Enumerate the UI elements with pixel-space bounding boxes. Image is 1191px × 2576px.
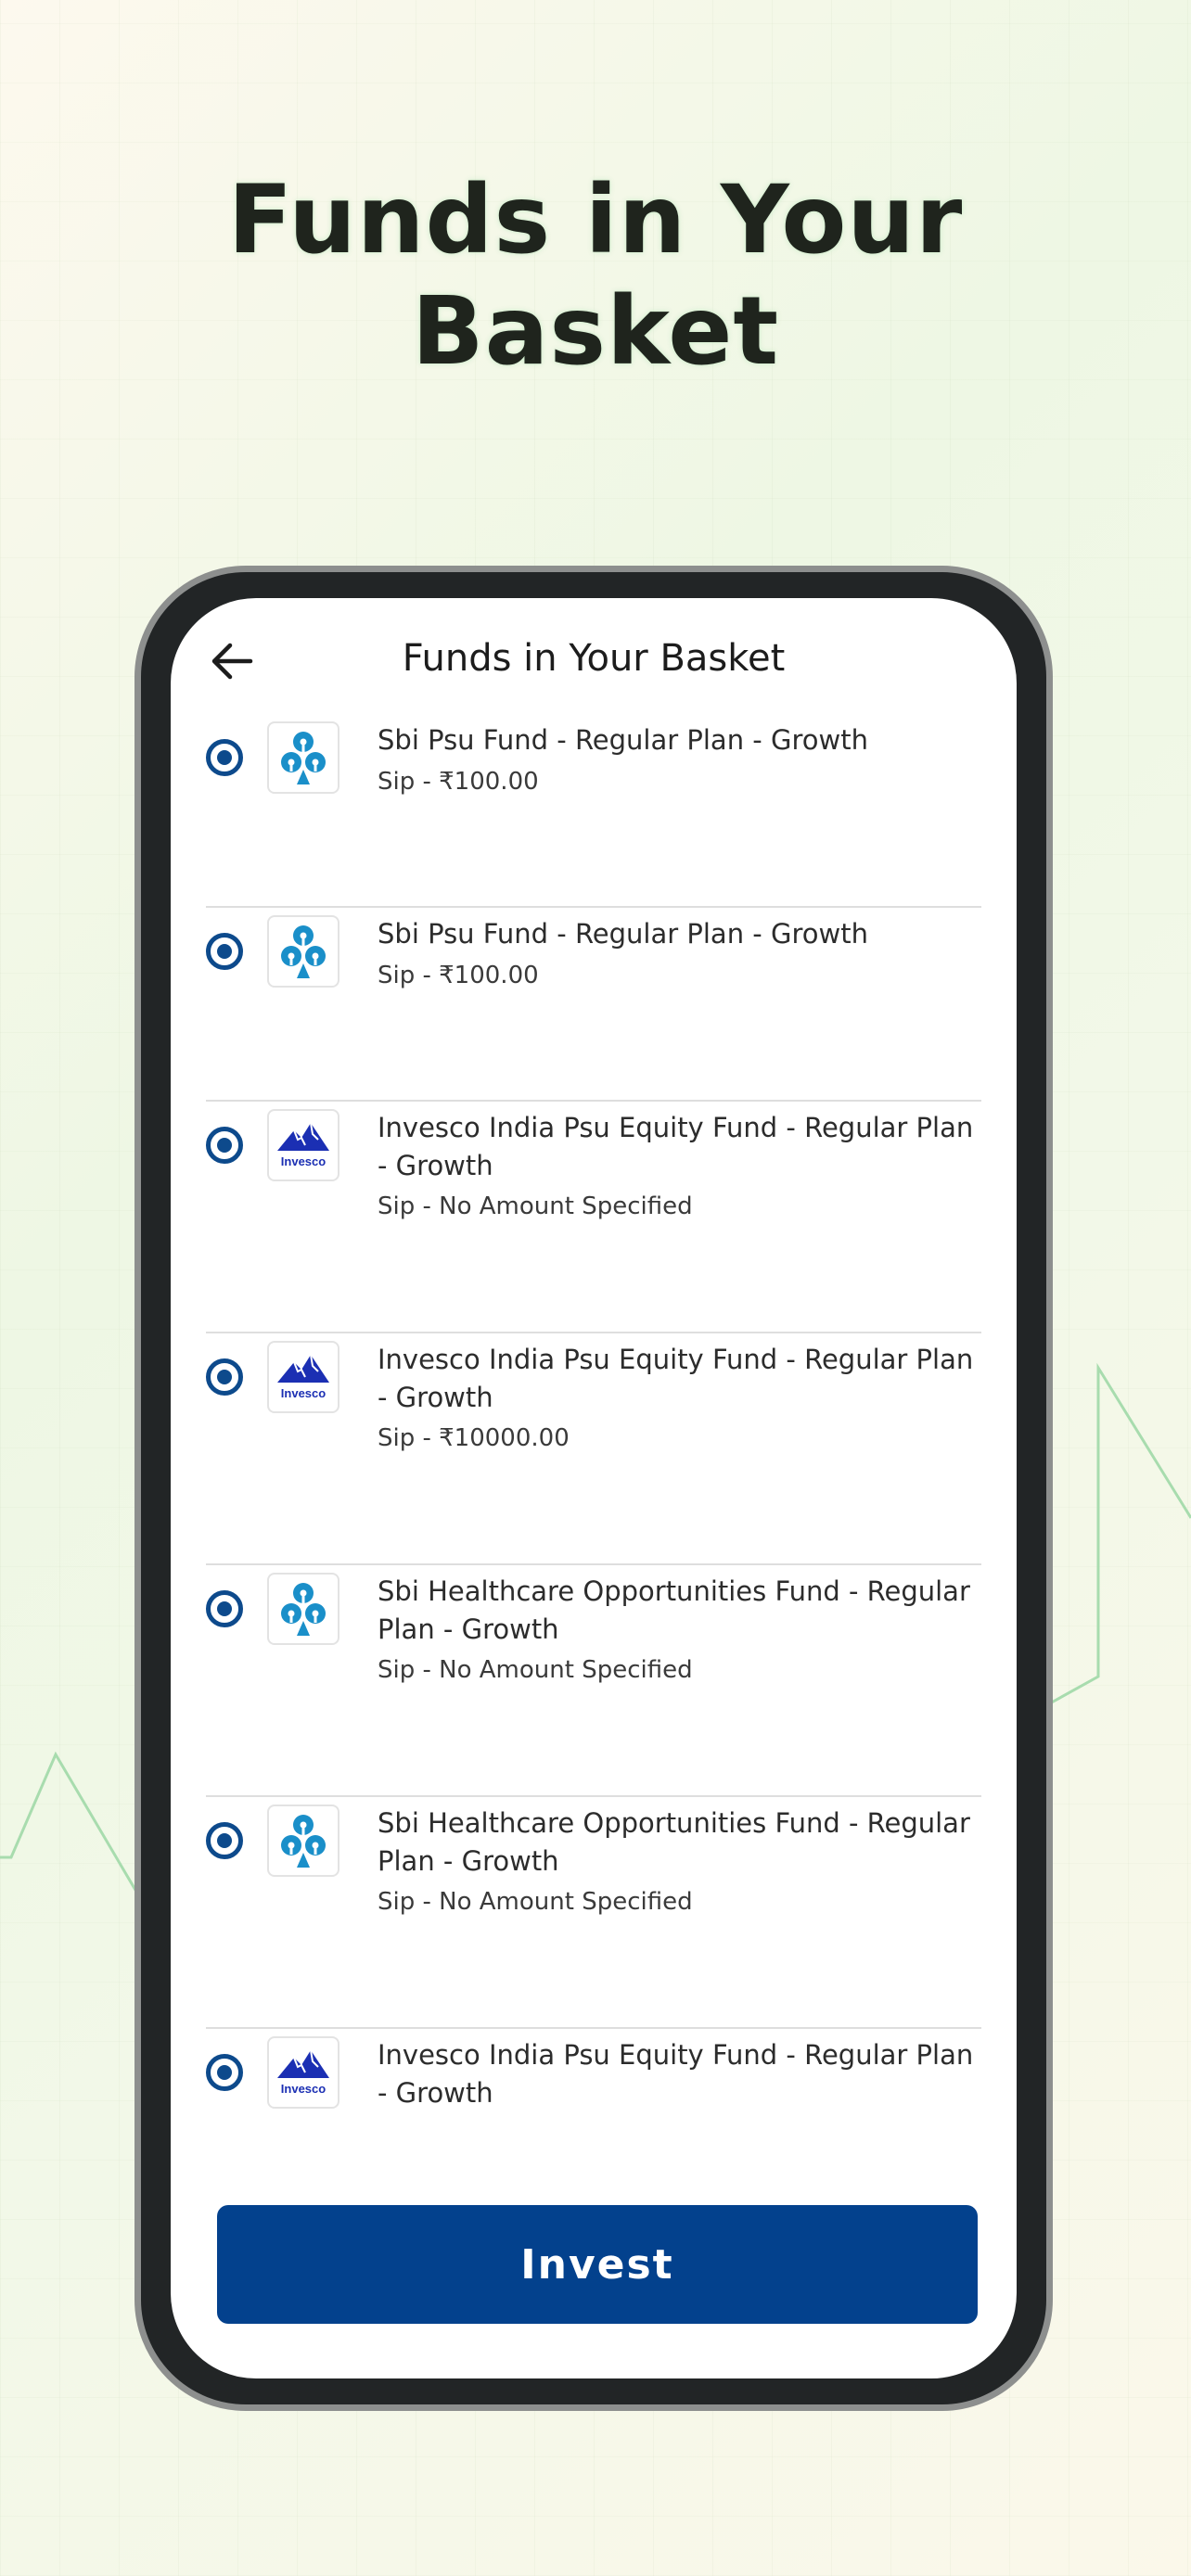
svg-text:Invesco: Invesco xyxy=(281,2082,326,2096)
invesco-logo: Invesco xyxy=(267,1109,339,1181)
fund-select-radio[interactable] xyxy=(206,2054,243,2091)
fund-select-radio[interactable] xyxy=(206,739,243,776)
invest-button[interactable]: Invest xyxy=(217,2205,978,2324)
sbi-logo xyxy=(267,915,339,988)
sip-amount: Sip - ₹10000.00 xyxy=(378,1424,570,1452)
fund-row[interactable]: Invesco Invesco India Psu Equity Fund - … xyxy=(206,2029,981,2214)
fund-select-radio[interactable] xyxy=(206,933,243,970)
fund-select-radio[interactable] xyxy=(206,1358,243,1396)
sbi-logo xyxy=(267,1804,339,1877)
sbi-logo-icon xyxy=(281,1815,326,1868)
fund-name: Sbi Psu Fund - Regular Plan - Growth xyxy=(378,724,868,756)
sbi-logo-icon xyxy=(281,925,326,978)
invesco-logo-icon: Invesco xyxy=(277,1354,329,1400)
fund-name: Invesco India Psu Equity Fund - Regular … xyxy=(378,2039,974,2109)
sip-amount: Sip - No Amount Specified xyxy=(378,1656,693,1684)
fund-select-radio[interactable] xyxy=(206,1127,243,1164)
fund-select-radio[interactable] xyxy=(206,1822,243,1859)
fund-name: Sbi Healthcare Opportunities Fund - Regu… xyxy=(378,1575,970,1645)
sbi-logo-icon xyxy=(281,732,326,784)
app-bar: Funds in Your Basket xyxy=(171,598,1017,714)
sip-amount: Sip - No Amount Specified xyxy=(378,1888,693,1916)
phone-frame: Funds in Your Basket Sbi Psu Fund - Regu… xyxy=(134,566,1053,2411)
invesco-logo: Invesco xyxy=(267,1341,339,1413)
invesco-logo-icon: Invesco xyxy=(277,1122,329,1168)
fund-list: Sbi Psu Fund - Regular Plan - Growth Sip … xyxy=(171,714,1017,2214)
fund-row[interactable]: Sbi Psu Fund - Regular Plan - Growth Sip … xyxy=(206,908,981,1102)
fund-row[interactable]: Invesco Invesco India Psu Equity Fund - … xyxy=(206,1333,981,1565)
fund-row[interactable]: Sbi Healthcare Opportunities Fund - Regu… xyxy=(206,1565,981,1797)
fund-select-radio[interactable] xyxy=(206,1590,243,1627)
headline: Funds in Your Basket xyxy=(0,165,1191,388)
invesco-logo-icon: Invesco xyxy=(277,2049,329,2096)
sip-amount: Sip - ₹100.00 xyxy=(378,962,539,989)
svg-text:Invesco: Invesco xyxy=(281,1386,326,1400)
fund-row[interactable]: Sbi Healthcare Opportunities Fund - Regu… xyxy=(206,1797,981,2029)
sbi-logo-icon xyxy=(281,1583,326,1636)
phone-screen: Funds in Your Basket Sbi Psu Fund - Regu… xyxy=(171,598,1017,2378)
sbi-logo xyxy=(267,721,339,794)
headline-line-2: Basket xyxy=(411,276,780,387)
fund-row[interactable]: Invesco Invesco India Psu Equity Fund - … xyxy=(206,1102,981,1333)
fund-row[interactable]: Sbi Psu Fund - Regular Plan - Growth Sip … xyxy=(206,714,981,908)
fund-name: Invesco India Psu Equity Fund - Regular … xyxy=(378,1344,974,1413)
fund-name: Sbi Healthcare Opportunities Fund - Regu… xyxy=(378,1807,970,1877)
invesco-logo: Invesco xyxy=(267,2036,339,2109)
headline-line-1: Funds in Your xyxy=(227,165,964,275)
sip-amount: Sip - No Amount Specified xyxy=(378,1192,693,1220)
svg-text:Invesco: Invesco xyxy=(281,1154,326,1168)
fund-name: Invesco India Psu Equity Fund - Regular … xyxy=(378,1112,974,1181)
sip-amount: Sip - ₹100.00 xyxy=(378,768,539,796)
fund-name: Sbi Psu Fund - Regular Plan - Growth xyxy=(378,918,868,950)
page-title: Funds in Your Basket xyxy=(402,637,786,680)
sbi-logo xyxy=(267,1573,339,1645)
